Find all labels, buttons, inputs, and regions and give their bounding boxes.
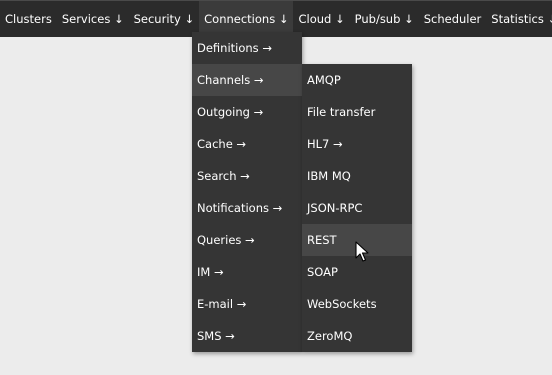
channels-item-file-transfer[interactable]: File transfer xyxy=(302,96,412,128)
connections-item-search[interactable]: Search → xyxy=(192,160,302,192)
menu-clusters[interactable]: Clusters xyxy=(0,1,57,37)
connections-item-sms[interactable]: SMS → xyxy=(192,320,302,352)
menu-pubsub[interactable]: Pub/sub ↓ xyxy=(350,1,419,37)
channels-item-rest[interactable]: REST xyxy=(302,224,412,256)
menu-statistics[interactable]: Statistics ↓ xyxy=(486,1,552,37)
channels-item-json-rpc[interactable]: JSON-RPC xyxy=(302,192,412,224)
connections-item-queries[interactable]: Queries → xyxy=(192,224,302,256)
connections-item-cache[interactable]: Cache → xyxy=(192,128,302,160)
menu-security[interactable]: Security ↓ xyxy=(129,1,200,37)
connections-item-channels[interactable]: Channels → xyxy=(192,64,302,96)
connections-dropdown: Definitions → Channels → Outgoing → Cach… xyxy=(192,32,302,352)
menu-scheduler[interactable]: Scheduler xyxy=(419,1,487,37)
connections-item-definitions[interactable]: Definitions → xyxy=(192,32,302,64)
app-page: Clusters Services ↓ Security ↓ Connectio… xyxy=(0,0,552,375)
channels-item-ibm-mq[interactable]: IBM MQ xyxy=(302,160,412,192)
connections-item-notifications[interactable]: Notifications → xyxy=(192,192,302,224)
channels-item-hl7[interactable]: HL7 → xyxy=(302,128,412,160)
channels-submenu: AMQP File transfer HL7 → IBM MQ JSON-RPC… xyxy=(302,64,412,352)
channels-item-websockets[interactable]: WebSockets xyxy=(302,288,412,320)
connections-item-outgoing[interactable]: Outgoing → xyxy=(192,96,302,128)
channels-item-amqp[interactable]: AMQP xyxy=(302,64,412,96)
connections-item-email[interactable]: E-mail → xyxy=(192,288,302,320)
channels-item-zeromq[interactable]: ZeroMQ xyxy=(302,320,412,352)
channels-item-soap[interactable]: SOAP xyxy=(302,256,412,288)
menu-services[interactable]: Services ↓ xyxy=(57,1,129,37)
connections-item-im[interactable]: IM → xyxy=(192,256,302,288)
